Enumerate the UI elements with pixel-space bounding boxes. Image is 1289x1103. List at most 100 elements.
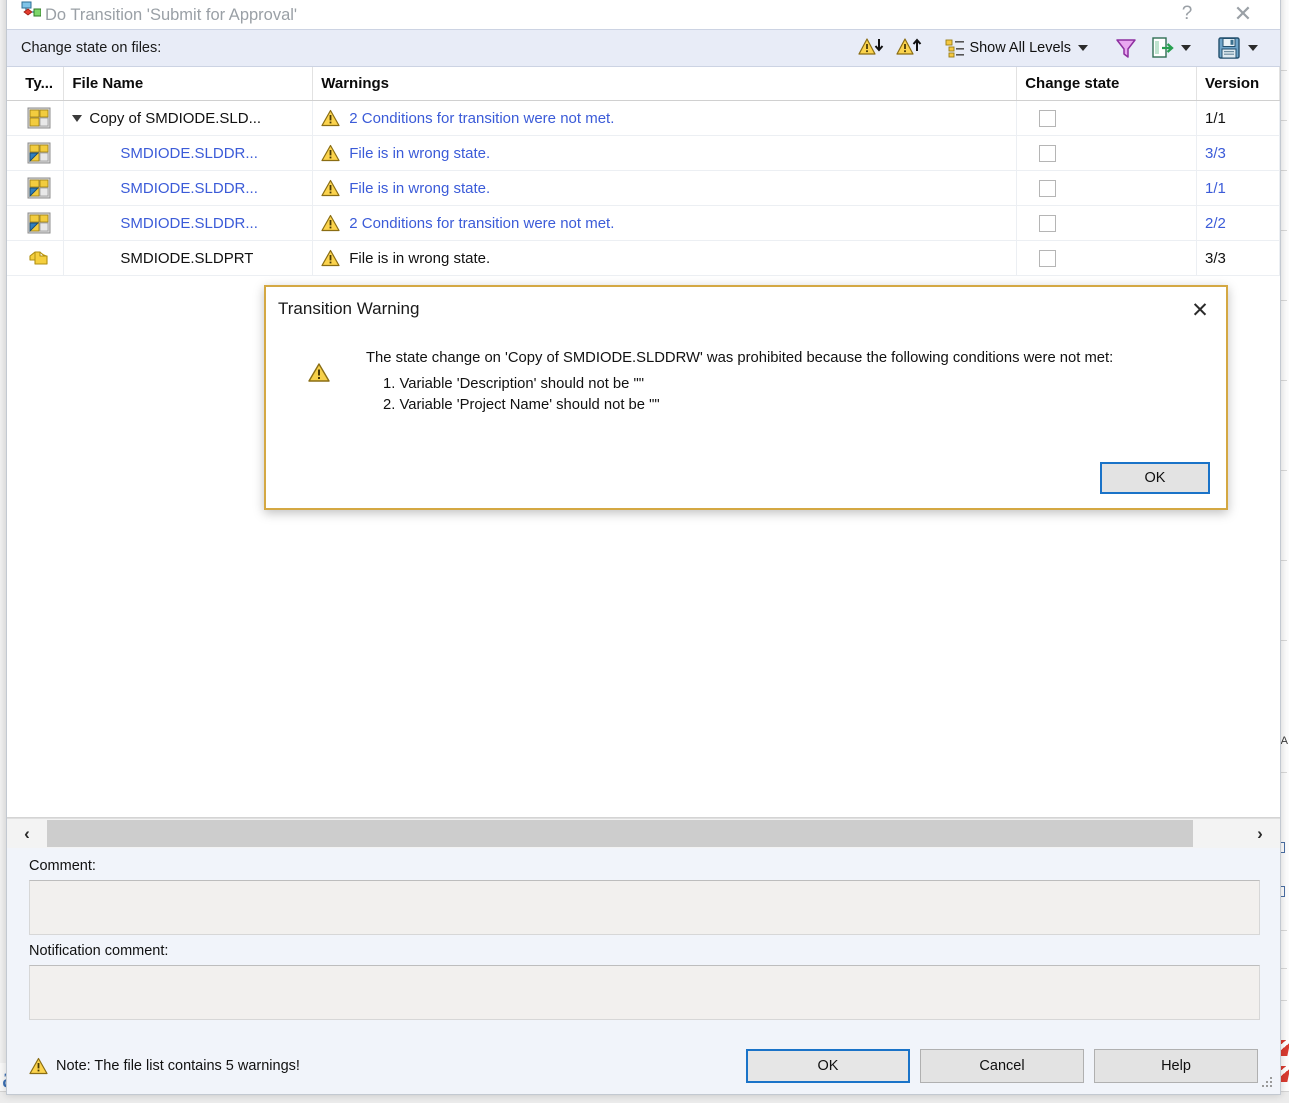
chevron-down-icon[interactable] xyxy=(1181,45,1191,51)
warning-down-icon xyxy=(858,38,884,55)
warning-triangle-icon xyxy=(308,362,330,383)
file-name-cell[interactable]: Copy of SMDIODE.SLD... xyxy=(64,101,314,135)
warning-label: File is in wrong state. xyxy=(349,144,491,162)
drawing-file-icon xyxy=(27,107,51,129)
version-label: 3/3 xyxy=(1204,249,1226,267)
tree-levels-icon xyxy=(945,39,965,58)
change-state-checkbox[interactable] xyxy=(1039,214,1057,232)
comments-panel: Comment: Notification comment: xyxy=(7,848,1280,1038)
export-file-icon xyxy=(1152,37,1174,58)
previous-warning-button[interactable] xyxy=(853,33,889,63)
horizontal-scrollbar[interactable]: ‹ › xyxy=(7,818,1280,848)
comment-input[interactable] xyxy=(29,880,1260,935)
change-state-cell[interactable] xyxy=(1017,206,1197,240)
warning-cell: File is in wrong state. xyxy=(313,241,1018,275)
modal-ok-button[interactable]: OK xyxy=(1100,462,1210,494)
version-cell: 1/1 xyxy=(1197,171,1280,205)
file-name-label: Copy of SMDIODE.SLD... xyxy=(89,109,262,127)
change-state-cell[interactable] xyxy=(1017,136,1197,170)
table-row[interactable]: SMDIODE.SLDDR... File is in wrong state.… xyxy=(7,136,1280,171)
modal-condition-item: 2. Variable 'Project Name' should not be… xyxy=(383,397,660,414)
file-type-cell xyxy=(7,241,65,275)
toolbar: Show All Levels xyxy=(853,33,1266,63)
file-name-label[interactable]: SMDIODE.SLDDR... xyxy=(120,145,258,162)
comment-label: Comment: xyxy=(29,858,96,874)
warning-label: 2 Conditions for transition were not met… xyxy=(349,214,615,232)
column-header-file-name[interactable]: File Name xyxy=(64,67,314,100)
notification-comment-input[interactable] xyxy=(29,965,1260,1020)
table-row[interactable]: SMDIODE.SLDPRT File is in wrong state. 3… xyxy=(7,241,1280,276)
dialog-footer: Note: The file list contains 5 warnings!… xyxy=(7,1038,1280,1094)
modal-title: Transition Warning xyxy=(278,299,420,318)
modal-body: The state change on 'Copy of SMDIODE.SLD… xyxy=(366,350,1206,417)
file-name-label[interactable]: SMDIODE.SLDDR... xyxy=(120,180,258,197)
change-state-cell[interactable] xyxy=(1017,171,1197,205)
file-name-cell[interactable]: SMDIODE.SLDDR... xyxy=(64,171,314,205)
scrollbar-thumb[interactable] xyxy=(47,820,1193,847)
column-header-version[interactable]: Version xyxy=(1197,67,1280,100)
warning-label: File is in wrong state. xyxy=(349,249,491,267)
column-header-change-state[interactable]: Change state xyxy=(1017,67,1197,100)
table-row[interactable]: SMDIODE.SLDDR... 2 Conditions for transi… xyxy=(7,206,1280,241)
filter-button[interactable] xyxy=(1109,33,1143,63)
modal-message: The state change on 'Copy of SMDIODE.SLD… xyxy=(366,350,1114,366)
change-state-checkbox[interactable] xyxy=(1039,249,1057,267)
drawing-file-icon xyxy=(27,212,51,234)
warning-up-icon xyxy=(896,38,922,55)
export-button[interactable] xyxy=(1145,33,1199,63)
cancel-button[interactable]: Cancel xyxy=(920,1049,1084,1083)
warning-triangle-icon xyxy=(321,249,340,267)
background-text-glyph: A xyxy=(1280,735,1288,747)
scroll-right-button[interactable]: › xyxy=(1240,819,1280,848)
file-name-cell[interactable]: SMDIODE.SLDDR... xyxy=(64,206,314,240)
help-button[interactable]: Help xyxy=(1094,1049,1258,1083)
close-icon[interactable]: ✕ xyxy=(1184,295,1216,325)
version-cell: 3/3 xyxy=(1197,136,1280,170)
change-state-checkbox[interactable] xyxy=(1039,109,1057,127)
change-state-checkbox[interactable] xyxy=(1039,179,1057,197)
chevron-down-icon[interactable] xyxy=(1078,45,1088,51)
change-state-cell[interactable] xyxy=(1017,241,1197,275)
workflow-transition-icon xyxy=(15,1,41,23)
next-warning-button[interactable] xyxy=(891,33,927,63)
warning-cell: 2 Conditions for transition were not met… xyxy=(313,101,1018,135)
ok-button[interactable]: OK xyxy=(746,1049,910,1083)
warning-note: Note: The file list contains 5 warnings! xyxy=(29,1057,300,1075)
version-cell: 1/1 xyxy=(1197,101,1280,135)
warning-cell: 2 Conditions for transition were not met… xyxy=(313,206,1018,240)
file-name-cell[interactable]: SMDIODE.SLDDR... xyxy=(64,136,314,170)
version-label: 3/3 xyxy=(1204,144,1226,162)
filter-funnel-icon xyxy=(1116,39,1136,58)
column-header-type[interactable]: Ty... xyxy=(7,67,65,100)
expander-icon[interactable] xyxy=(72,114,83,122)
warning-triangle-icon xyxy=(29,1057,48,1075)
save-disk-icon xyxy=(1218,37,1240,59)
file-name-label: SMDIODE.SLDPRT xyxy=(120,249,254,267)
show-all-levels-button[interactable]: Show All Levels xyxy=(940,33,1096,63)
save-button[interactable] xyxy=(1212,33,1266,63)
close-icon[interactable]: ✕ xyxy=(1220,0,1266,29)
chevron-down-icon[interactable] xyxy=(1248,45,1258,51)
change-state-label: Change state on files: xyxy=(21,40,162,56)
table-row[interactable]: SMDIODE.SLDDR... File is in wrong state.… xyxy=(7,171,1280,206)
scrollbar-track[interactable] xyxy=(47,819,1240,848)
file-type-cell xyxy=(7,171,65,205)
grid-toolbar: Change state on files: Show All Levels xyxy=(7,29,1280,67)
window-title: Do Transition 'Submit for Approval' xyxy=(45,6,298,24)
column-header-warnings[interactable]: Warnings xyxy=(313,67,1018,100)
version-label: 2/2 xyxy=(1204,214,1226,232)
scroll-left-button[interactable]: ‹ xyxy=(7,819,47,848)
file-type-cell xyxy=(7,206,65,240)
table-row[interactable]: Copy of SMDIODE.SLD... 2 Conditions for … xyxy=(7,101,1280,136)
modal-condition-item: 1. Variable 'Description' should not be … xyxy=(383,376,644,392)
version-cell: 2/2 xyxy=(1197,206,1280,240)
file-name-label[interactable]: SMDIODE.SLDDR... xyxy=(120,215,258,232)
change-state-cell[interactable] xyxy=(1017,101,1197,135)
file-type-cell xyxy=(7,101,65,135)
grid-header-row: Ty... File Name Warnings Change state Ve… xyxy=(7,67,1280,101)
change-state-checkbox[interactable] xyxy=(1039,144,1057,162)
help-icon[interactable]: ? xyxy=(1164,0,1210,29)
notification-comment-label: Notification comment: xyxy=(29,943,169,959)
resize-grip[interactable] xyxy=(1261,1076,1275,1090)
file-name-cell[interactable]: SMDIODE.SLDPRT xyxy=(64,241,314,275)
